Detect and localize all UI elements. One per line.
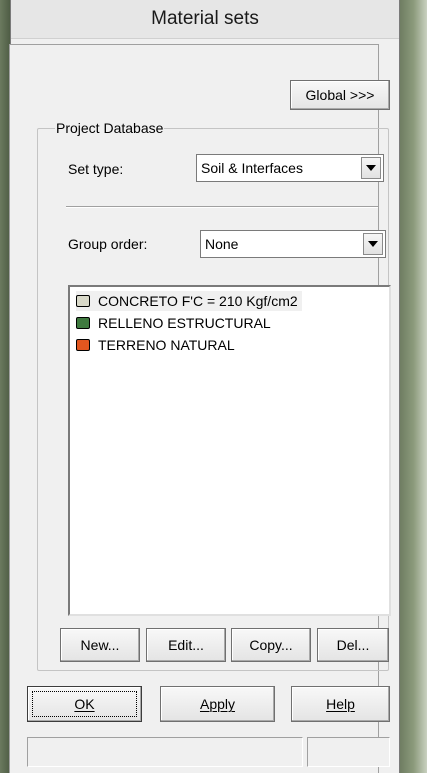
apply-button[interactable]: Apply bbox=[160, 686, 275, 722]
group-order-select[interactable]: None bbox=[200, 230, 386, 258]
background-right bbox=[400, 0, 427, 773]
color-swatch-icon bbox=[76, 295, 90, 307]
status-pane-2 bbox=[307, 737, 390, 767]
help-label: Help bbox=[326, 696, 355, 712]
list-item[interactable]: RELLENO ESTRUCTURAL bbox=[76, 313, 271, 333]
ok-focus-rect bbox=[32, 691, 137, 717]
status-bar bbox=[27, 737, 390, 767]
material-list[interactable]: CONCRETO F'C = 210 Kgf/cm2 RELLENO ESTRU… bbox=[68, 285, 391, 616]
group-order-label: Group order: bbox=[68, 236, 148, 252]
set-type-select[interactable]: Soil & Interfaces bbox=[196, 154, 384, 182]
global-button[interactable]: Global >>> bbox=[290, 80, 390, 110]
list-item[interactable]: TERRENO NATURAL bbox=[76, 335, 235, 355]
color-swatch-icon bbox=[76, 317, 90, 329]
chevron-down-icon[interactable] bbox=[361, 157, 381, 179]
new-button[interactable]: New... bbox=[60, 628, 140, 662]
delete-button[interactable]: Del... bbox=[317, 628, 389, 662]
ok-button[interactable]: OK bbox=[27, 686, 142, 722]
apply-label: Apply bbox=[199, 696, 236, 712]
status-pane-1 bbox=[27, 737, 303, 767]
window-title: Material sets bbox=[11, 0, 399, 39]
set-type-label: Set type: bbox=[68, 161, 124, 177]
set-type-value: Soil & Interfaces bbox=[201, 160, 303, 176]
group-order-value: None bbox=[205, 236, 239, 252]
material-name: CONCRETO F'C = 210 Kgf/cm2 bbox=[98, 293, 298, 309]
material-name: TERRENO NATURAL bbox=[98, 337, 235, 353]
edit-button[interactable]: Edit... bbox=[146, 628, 226, 662]
color-swatch-icon bbox=[76, 339, 90, 351]
material-name: RELLENO ESTRUCTURAL bbox=[98, 315, 271, 331]
list-item[interactable]: CONCRETO F'C = 210 Kgf/cm2 bbox=[76, 291, 302, 311]
separator bbox=[66, 206, 378, 208]
copy-button[interactable]: Copy... bbox=[231, 628, 311, 662]
help-button[interactable]: Help bbox=[291, 686, 390, 722]
chevron-down-icon[interactable] bbox=[363, 233, 383, 255]
project-database-title: Project Database bbox=[55, 120, 165, 136]
